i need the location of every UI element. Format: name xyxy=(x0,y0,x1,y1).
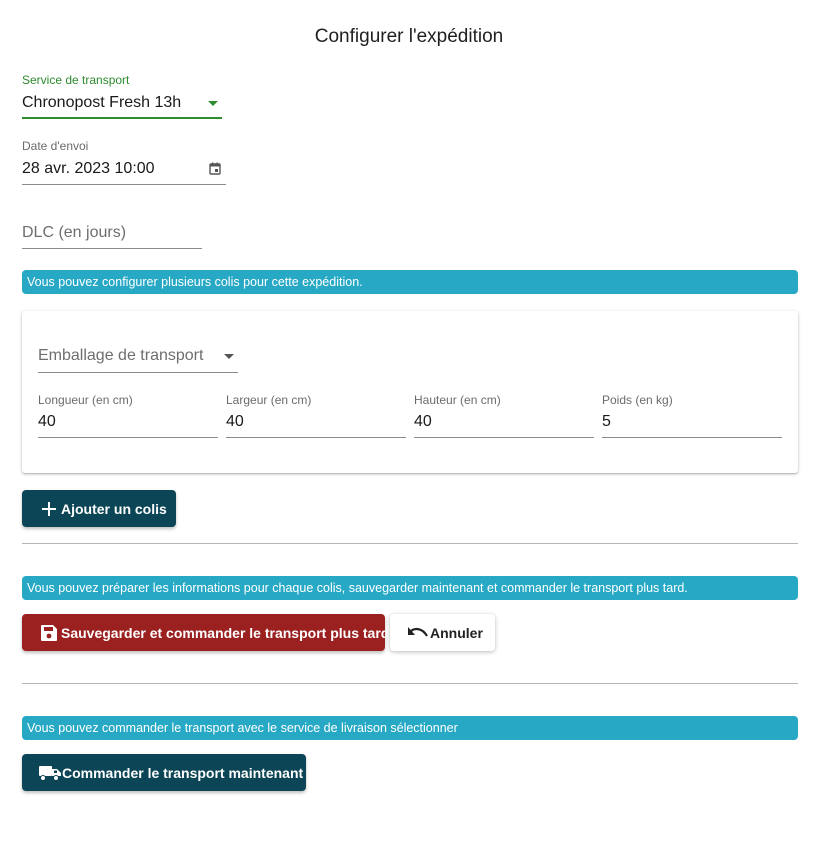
chevron-down-icon xyxy=(208,101,218,106)
length-underline xyxy=(38,437,218,438)
floppy-disk-icon xyxy=(40,624,58,642)
transport-service-underline xyxy=(22,117,222,119)
length-value: 40 xyxy=(38,413,56,430)
height-label: Hauteur (en cm) xyxy=(414,393,501,407)
save-later-label: Sauvegarder et commander le transport pl… xyxy=(61,624,390,641)
section-divider xyxy=(22,543,798,544)
dlc-underline xyxy=(22,248,202,249)
package-card: Emballage de transport Longueur (en cm) … xyxy=(22,311,798,473)
weight-underline xyxy=(602,437,782,438)
weight-value: 5 xyxy=(602,413,611,430)
dlc-input[interactable]: DLC (en jours) xyxy=(22,222,202,249)
plus-icon xyxy=(41,501,57,517)
order-transport-button[interactable]: Commander le transport maintenant xyxy=(22,754,306,791)
cancel-button[interactable]: Annuler xyxy=(390,614,495,651)
send-date-label: Date d'envoi xyxy=(22,139,89,153)
width-value: 40 xyxy=(226,413,244,430)
width-field[interactable]: Largeur (en cm) 40 xyxy=(226,393,406,438)
chevron-down-icon xyxy=(224,354,234,359)
weight-field[interactable]: Poids (en kg) 5 xyxy=(602,393,782,438)
send-date-underline xyxy=(22,184,226,185)
page-title: Configurer l'expédition xyxy=(314,26,504,47)
length-field[interactable]: Longueur (en cm) 40 xyxy=(38,393,218,438)
undo-icon xyxy=(407,626,429,640)
info-packages-banner: Vous pouvez configurer plusieurs colis p… xyxy=(22,270,798,294)
packaging-underline xyxy=(38,372,238,373)
weight-label: Poids (en kg) xyxy=(602,393,673,407)
height-value: 40 xyxy=(414,413,432,430)
shipment-config-page: Configurer l'expédition Service de trans… xyxy=(0,0,816,842)
section-divider xyxy=(22,683,798,684)
add-package-button[interactable]: Ajouter un colis xyxy=(22,490,176,527)
transport-service-label: Service de transport xyxy=(22,73,130,87)
info-save-banner: Vous pouvez préparer les informations po… xyxy=(22,576,798,600)
length-label: Longueur (en cm) xyxy=(38,393,133,407)
dlc-placeholder: DLC (en jours) xyxy=(22,224,127,241)
add-package-label: Ajouter un colis xyxy=(61,500,167,517)
calendar-icon[interactable] xyxy=(209,162,221,180)
packaging-placeholder: Emballage de transport xyxy=(38,347,204,364)
save-later-button[interactable]: Sauvegarder et commander le transport pl… xyxy=(22,614,389,651)
send-date-value: 28 avr. 2023 10:00 xyxy=(22,160,155,177)
height-underline xyxy=(414,437,594,438)
info-order-banner: Vous pouvez commander le transport avec … xyxy=(22,716,798,740)
truck-icon xyxy=(38,764,62,782)
width-label: Largeur (en cm) xyxy=(226,393,312,407)
send-date-field[interactable]: Date d'envoi 28 avr. 2023 10:00 xyxy=(22,139,226,185)
width-underline xyxy=(226,437,406,438)
transport-service-value: Chronopost Fresh 13h xyxy=(22,94,182,111)
height-field[interactable]: Hauteur (en cm) 40 xyxy=(414,393,594,438)
cancel-label: Annuler xyxy=(430,624,483,641)
packaging-select[interactable]: Emballage de transport xyxy=(38,345,238,373)
transport-service-select[interactable]: Service de transport Chronopost Fresh 13… xyxy=(22,73,222,119)
order-transport-label: Commander le transport maintenant xyxy=(62,764,304,781)
